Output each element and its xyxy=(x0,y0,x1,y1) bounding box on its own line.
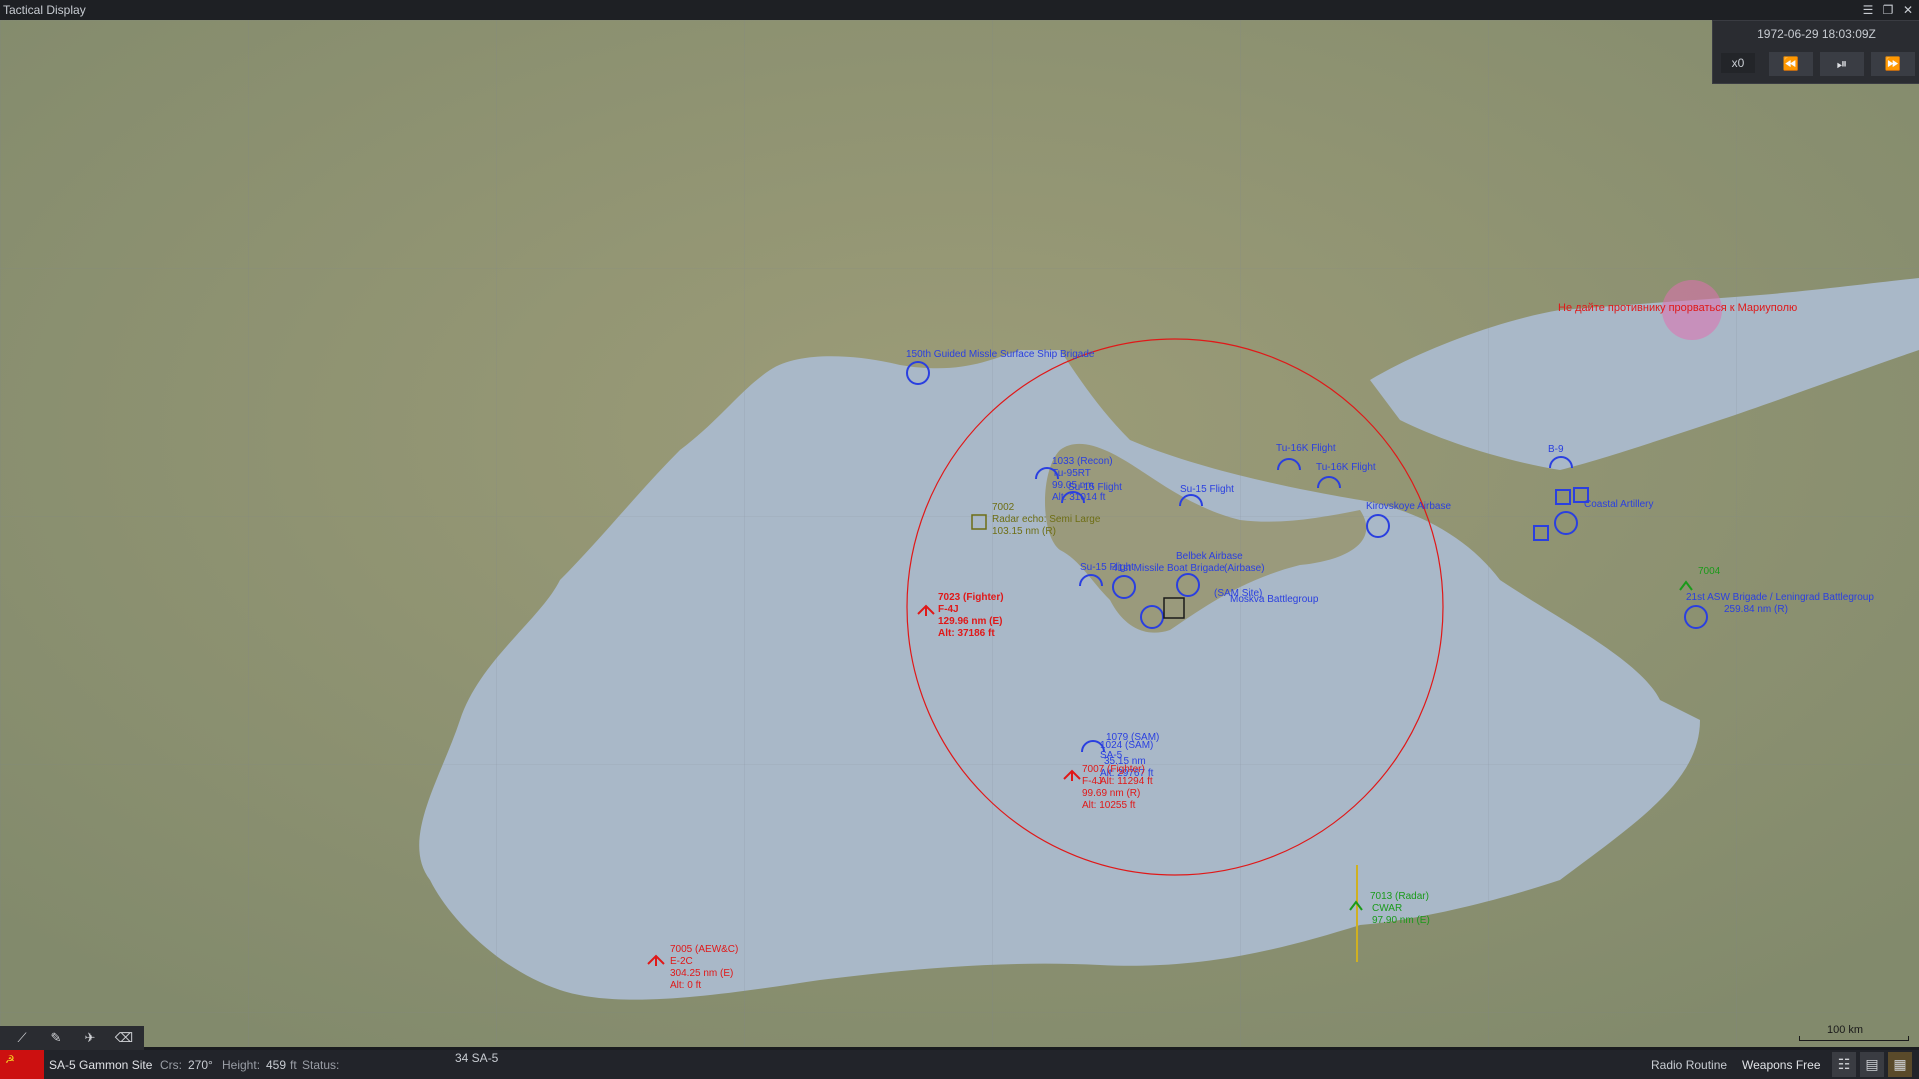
contact-7013-type: CWAR xyxy=(1372,903,1403,914)
rewind-button[interactable]: ⏪ xyxy=(1769,52,1813,76)
recon-1033-label: 1033 (Recon) xyxy=(1052,456,1113,467)
leningrad-label: 21st ASW Brigade / Leningrad Battlegroup xyxy=(1686,592,1874,603)
play-pause-icon: ⏯ xyxy=(1836,56,1848,71)
b9-label: B-9 xyxy=(1548,444,1564,455)
map-canvas[interactable] xyxy=(0,20,1919,1047)
grid-view-icon[interactable]: ▦ xyxy=(1888,1052,1912,1077)
ruler-icon[interactable]: ⟋ xyxy=(8,1028,36,1048)
message-log-icon[interactable]: ▤ xyxy=(1860,1052,1884,1077)
contact-7005-range: 304.25 nm (E) xyxy=(670,968,734,979)
contact-7007-alt: Alt: 10255 ft xyxy=(1082,800,1136,811)
contact-7023-alt: Alt: 37186 ft xyxy=(938,628,995,639)
menu-icon[interactable]: ☰ xyxy=(1860,2,1876,18)
play-pause-button[interactable]: ⏯ xyxy=(1820,52,1864,76)
map-grid xyxy=(0,20,1919,1047)
pencil-icon[interactable]: ✎ xyxy=(42,1028,70,1048)
status-bar: ☭ SA-5 Gammon Site Crs: 270° Height: 459… xyxy=(0,1050,1919,1079)
drawing-toolbar: ⟋ ✎ ✈ ⌫ xyxy=(0,1026,144,1050)
contact-7023-range: 129.96 nm (E) xyxy=(938,616,1003,627)
contact-7004-id: 7004 xyxy=(1698,566,1721,577)
su15-flight-label: Su-15 Flight xyxy=(1068,482,1122,493)
contact-7005-alt: Alt: 0 ft xyxy=(670,980,702,991)
close-icon[interactable]: ✕ xyxy=(1900,2,1916,18)
course-value: 270° xyxy=(188,1058,213,1072)
contact-7007-type: F-4J xyxy=(1082,776,1102,787)
tu16-flight-2-label: Tu-16K Flight xyxy=(1316,462,1376,473)
contact-7005-id: 7005 (AEW&C) xyxy=(670,944,739,955)
contact-7005-type: E-2C xyxy=(670,956,693,967)
su15-flight-2-label: Su-15 Flight xyxy=(1180,484,1234,495)
tactical-map[interactable]: Не дайте противнику прорваться к Мариупо… xyxy=(0,20,1919,1047)
recon-1033-type: Tu-95RT xyxy=(1052,468,1091,479)
scale-bar: 100 km xyxy=(1799,1024,1909,1041)
contact-7023-id: 7023 (Fighter) xyxy=(938,592,1004,603)
contact-7002-id: 7002 xyxy=(992,502,1015,513)
window-title: Tactical Display xyxy=(3,3,86,17)
restore-icon[interactable]: ❐ xyxy=(1880,2,1896,18)
contact-7013-range: 97.90 nm (E) xyxy=(1372,915,1430,926)
height-unit: ft xyxy=(290,1058,297,1072)
kirovskoye-label: Kirovskoye Airbase xyxy=(1366,501,1452,512)
title-bar: Tactical Display ☰ ❐ ✕ xyxy=(0,0,1919,20)
moskva-label: Moskva Battlegroup xyxy=(1230,594,1319,605)
tu16-flight-label: Tu-16K Flight xyxy=(1276,443,1336,454)
missile-boat-label: 41st Missile Boat Brigade xyxy=(1112,563,1225,574)
objective-label: Не дайте противнику прорваться к Мариупо… xyxy=(1558,302,1798,314)
scenario-datetime: 1972-06-29 18:03:09Z xyxy=(1757,27,1876,41)
fast-forward-button[interactable]: ⏩ xyxy=(1871,52,1915,76)
airbase-paren-label: (Airbase) xyxy=(1224,563,1265,574)
status-label: Status: xyxy=(302,1058,340,1072)
weapons-status[interactable]: Weapons Free xyxy=(1742,1058,1821,1072)
contact-7002-type: Radar echo: Semi Large xyxy=(992,514,1101,525)
leningrad-range: 259.84 nm (R) xyxy=(1724,604,1788,615)
fast-forward-icon: ⏩ xyxy=(1884,56,1902,71)
contact-7013-id: 7013 (Radar) xyxy=(1370,891,1429,902)
belbek-label: Belbek Airbase xyxy=(1176,551,1243,562)
selected-unit-name: SA-5 Gammon Site xyxy=(49,1058,153,1072)
rewind-icon: ⏪ xyxy=(1782,56,1800,71)
radio-status[interactable]: Radio Routine xyxy=(1651,1058,1727,1072)
contact-7007-alt1: Alt: 11294 ft xyxy=(1100,776,1153,787)
hammer-sickle-icon: ☭ xyxy=(5,1054,15,1066)
time-control-panel: 1972-06-29 18:03:09Z x0 ⏪ ⏯ ⏩ xyxy=(1712,20,1919,84)
time-compression[interactable]: x0 xyxy=(1721,53,1755,73)
unit-list-icon[interactable]: ☷ xyxy=(1832,1052,1856,1077)
aircraft-tool-icon[interactable]: ✈ xyxy=(76,1028,104,1048)
side-flag: ☭ xyxy=(0,1050,44,1079)
scale-line xyxy=(1799,1036,1909,1041)
course-label: Crs: xyxy=(160,1058,182,1072)
height-value: 459 xyxy=(266,1058,287,1072)
weapon-count: 34 SA-5 xyxy=(455,1051,499,1065)
contact-7007-range: 99.69 nm (R) xyxy=(1082,788,1141,799)
eraser-icon[interactable]: ⌫ xyxy=(110,1028,138,1048)
contact-7007-id: 7007 (Fighter) xyxy=(1082,764,1145,775)
brigade-150-label: 150th Guided Missle Surface Ship Brigade xyxy=(906,349,1095,360)
height-label: Height: xyxy=(222,1058,261,1072)
scale-label: 100 km xyxy=(1827,1024,1864,1036)
contact-7002-range: 103.15 nm (R) xyxy=(992,526,1056,537)
contact-7023-type: F-4J xyxy=(938,604,959,615)
coastal-artillery-label: Coastal Artillery xyxy=(1584,499,1654,510)
